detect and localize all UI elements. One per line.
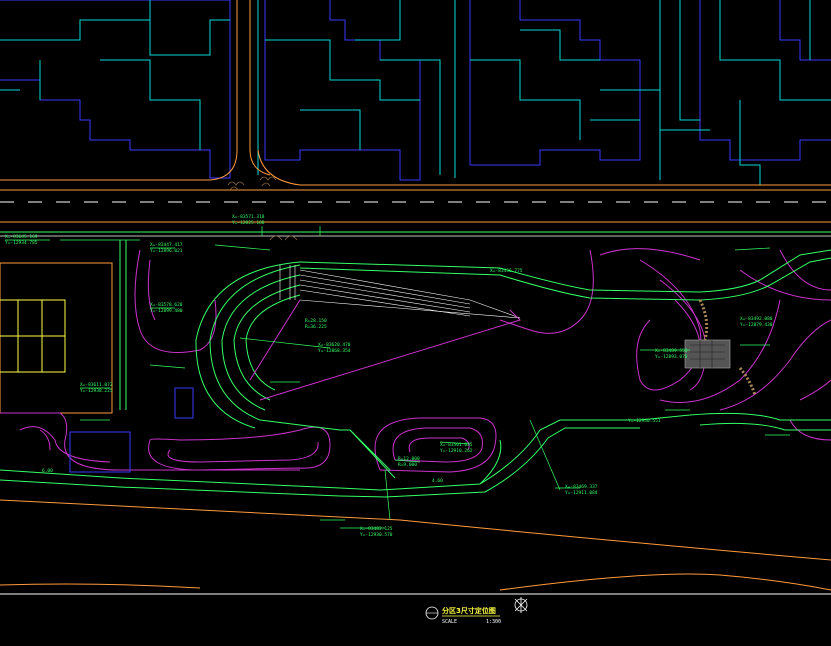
cad-drawing-canvas: X=-83645.169 Y=-12934.785 X=-83447.417 Y… xyxy=(0,0,831,625)
scale-value: 1:300 xyxy=(486,619,501,625)
coord-label: X=-83645.169 xyxy=(5,234,38,240)
paving-pavilion xyxy=(684,299,757,396)
coord-label: Y=-12825.188 xyxy=(232,220,265,226)
building-inner xyxy=(257,0,441,175)
radius-label: R=9.000 xyxy=(398,462,417,468)
coord-label: X=-83620.470 xyxy=(318,342,351,348)
coord-label: Y=-12893.070 xyxy=(655,354,688,360)
length-label: 4.60 xyxy=(432,478,443,484)
coord-label: Y=-12868.354 xyxy=(318,348,351,354)
coord-label: Y=-12879.430 xyxy=(740,322,773,328)
coord-label: X=-83469.337 xyxy=(565,484,598,490)
coord-label: Y=-12938.225 xyxy=(80,388,113,394)
coord-label: X=-83447.417 xyxy=(150,242,183,248)
building-inner xyxy=(659,0,831,185)
building-inner xyxy=(454,0,661,180)
coord-label: X=-83492.080 xyxy=(740,316,773,322)
drawing-title: 分区3尺寸定位图 xyxy=(442,606,496,615)
road xyxy=(0,189,831,237)
coord-label: X=-83482.125 xyxy=(360,526,393,532)
coord-label: X=-83571.318 xyxy=(232,214,265,220)
coord-label: Y=-12899.480 xyxy=(150,308,183,314)
coord-label: Y=-12896.021 xyxy=(150,248,183,254)
building-inner xyxy=(0,0,230,150)
building-outline xyxy=(264,0,421,181)
service-lane xyxy=(0,0,831,186)
building-outline xyxy=(469,0,641,166)
coord-label: X=-83501.055 xyxy=(440,442,473,448)
coord-label: Y=-12910.262 xyxy=(440,448,473,454)
building-outline xyxy=(0,0,231,179)
building-blocks xyxy=(0,0,831,185)
title-block: 分区3尺寸定位图 SCALE 1:300 xyxy=(0,593,831,625)
length-label: X=-83436.775 xyxy=(490,268,523,274)
north-arrow-icon xyxy=(514,597,528,613)
coord-label: Y=-12930.570 xyxy=(360,532,393,538)
radius-label: R=36.225 xyxy=(305,324,327,330)
coord-label: Y=-12934.785 xyxy=(5,240,38,246)
seating-steps xyxy=(279,265,521,319)
coord-label: X=-83578.620 xyxy=(150,302,183,308)
length-label: 6.00 xyxy=(42,468,53,474)
length-label: Y=-12940.551 xyxy=(628,418,661,424)
radius-label: R=28.150 xyxy=(305,318,327,324)
scale-label: SCALE xyxy=(442,619,457,625)
plaza-triangle xyxy=(249,299,521,401)
coord-label: Y=-12911.084 xyxy=(565,490,598,496)
coord-label: X=-83489.553 xyxy=(655,348,688,354)
radius-label: R=12.000 xyxy=(398,456,420,462)
vegetation xyxy=(227,176,298,241)
site-boundary xyxy=(0,499,831,591)
coord-label: X=-83611.072 xyxy=(80,382,113,388)
